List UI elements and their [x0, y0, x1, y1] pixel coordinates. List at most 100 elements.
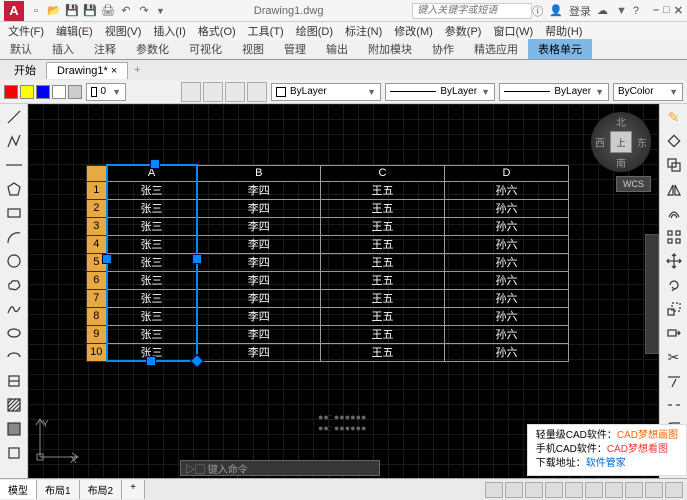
login-link[interactable]: 登录 — [569, 3, 591, 19]
polyline-tool[interactable] — [3, 130, 25, 152]
rtab-view[interactable]: 视图 — [232, 39, 274, 59]
col-header[interactable] — [87, 165, 107, 181]
extend-tool[interactable] — [663, 370, 685, 392]
col-header[interactable]: C — [321, 165, 445, 181]
region-tool[interactable] — [3, 442, 25, 464]
row-number[interactable]: 3 — [87, 217, 107, 235]
add-layout-button[interactable]: + — [122, 480, 145, 499]
cell[interactable]: 孙六 — [445, 325, 569, 343]
insert-tool[interactable] — [3, 370, 25, 392]
cell[interactable]: 孙六 — [445, 289, 569, 307]
cell[interactable]: 王五 — [321, 271, 445, 289]
rtab-tablecell[interactable]: 表格单元 — [528, 39, 592, 59]
rtab-default[interactable]: 默认 — [0, 39, 42, 59]
nav-bar[interactable] — [645, 234, 659, 354]
color-white[interactable] — [52, 85, 66, 99]
col-header[interactable]: D — [445, 165, 569, 181]
cell[interactable]: 孙六 — [445, 307, 569, 325]
menu-view[interactable]: 视图(V) — [105, 23, 142, 39]
cell[interactable]: 李四 — [197, 217, 321, 235]
table-row[interactable]: 8张三李四王五孙六 — [87, 307, 569, 325]
cad-table[interactable]: ABCD1张三李四王五孙六2张三李四王五孙六3张三李四王五孙六4张三李四王五孙六… — [86, 164, 569, 362]
erase-tool[interactable] — [663, 130, 685, 152]
cell[interactable]: 王五 — [321, 289, 445, 307]
layout1-tab[interactable]: 布局1 — [37, 480, 80, 499]
share-icon[interactable]: ☁ — [597, 4, 608, 17]
rtab-manage[interactable]: 管理 — [274, 39, 316, 59]
save-icon[interactable]: 💾 — [64, 3, 80, 19]
rtab-output[interactable]: 输出 — [316, 39, 358, 59]
rtab-insert[interactable]: 插入 — [42, 39, 84, 59]
undo-icon[interactable]: ↶ — [118, 3, 134, 19]
cell[interactable]: 李四 — [197, 325, 321, 343]
new-icon[interactable]: ▫ — [28, 3, 44, 19]
table-row[interactable]: 7张三李四王五孙六 — [87, 289, 569, 307]
menu-tools[interactable]: 工具(T) — [248, 23, 284, 39]
app-logo[interactable]: A — [4, 1, 24, 21]
minimize-button[interactable]: – — [653, 4, 659, 17]
menu-dim[interactable]: 标注(N) — [345, 23, 382, 39]
rtab-annotate[interactable]: 注释 — [84, 39, 126, 59]
hatch-tool[interactable] — [3, 394, 25, 416]
cell[interactable]: 王五 — [321, 253, 445, 271]
cell[interactable]: 李四 — [197, 199, 321, 217]
user-icon[interactable]: 👤 — [549, 4, 563, 17]
open-icon[interactable]: 📂 — [46, 3, 62, 19]
info-icon[interactable]: ⓘ — [532, 3, 543, 19]
close-button[interactable]: ✕ — [674, 4, 683, 17]
cell[interactable]: 孙六 — [445, 199, 569, 217]
array-tool[interactable] — [663, 226, 685, 248]
cell[interactable]: 孙六 — [445, 271, 569, 289]
qat-dropdown-icon[interactable]: ▼ — [156, 6, 165, 16]
lineweight-combo[interactable]: ByLayer▼ — [499, 83, 609, 101]
color-index-combo[interactable]: 0▼ — [86, 83, 126, 101]
revcloud-tool[interactable] — [3, 274, 25, 296]
status-toggle[interactable] — [585, 482, 603, 498]
table-row[interactable]: 5张三李四王五孙六 — [87, 253, 569, 271]
cell[interactable]: 张三 — [107, 307, 197, 325]
row-number[interactable]: 7 — [87, 289, 107, 307]
plotstyle-combo[interactable]: ByColor▼ — [613, 83, 683, 101]
table-row[interactable]: 2张三李四王五孙六 — [87, 199, 569, 217]
status-toggle[interactable] — [665, 482, 683, 498]
status-toggle[interactable] — [505, 482, 523, 498]
grip-right[interactable] — [192, 254, 202, 264]
cell[interactable]: 张三 — [107, 271, 197, 289]
copy-tool[interactable] — [663, 154, 685, 176]
menu-edit[interactable]: 编辑(E) — [56, 23, 93, 39]
move-tool[interactable] — [663, 250, 685, 272]
row-number[interactable]: 6 — [87, 271, 107, 289]
ellipse-arc-tool[interactable] — [3, 346, 25, 368]
cell[interactable]: 王五 — [321, 343, 445, 361]
layer-icon[interactable] — [225, 82, 245, 102]
new-tab-button[interactable]: + — [128, 64, 146, 76]
linetype-combo[interactable]: ByLayer▼ — [385, 83, 495, 101]
cell[interactable]: 李四 — [197, 181, 321, 199]
doc-tab[interactable]: Drawing1* × — [46, 62, 128, 79]
layer-icon[interactable] — [247, 82, 267, 102]
color-combo[interactable]: ByLayer▼ — [271, 83, 381, 101]
cell[interactable]: 李四 — [197, 289, 321, 307]
table-row[interactable]: 1张三李四王五孙六 — [87, 181, 569, 199]
cell[interactable]: 张三 — [107, 253, 197, 271]
rtab-addins[interactable]: 附加模块 — [358, 39, 422, 59]
wcs-label[interactable]: WCS — [616, 176, 651, 192]
cell[interactable]: 李四 — [197, 343, 321, 361]
rtab-param[interactable]: 参数化 — [126, 39, 179, 59]
cell[interactable]: 李四 — [197, 307, 321, 325]
cell[interactable]: 李四 — [197, 235, 321, 253]
viewcube[interactable]: 北 南 东 西 上 — [591, 112, 651, 172]
status-toggle[interactable] — [605, 482, 623, 498]
row-number[interactable]: 4 — [87, 235, 107, 253]
cell[interactable]: 王五 — [321, 217, 445, 235]
plot-icon[interactable]: 🖨 — [100, 3, 116, 19]
cell[interactable]: 张三 — [107, 325, 197, 343]
menu-draw[interactable]: 绘图(D) — [296, 23, 333, 39]
menu-param[interactable]: 参数(P) — [445, 23, 482, 39]
cell[interactable]: 孙六 — [445, 343, 569, 361]
color-yellow[interactable] — [20, 85, 34, 99]
cell[interactable]: 李四 — [197, 253, 321, 271]
spline-tool[interactable] — [3, 298, 25, 320]
row-number[interactable]: 1 — [87, 181, 107, 199]
cell[interactable]: 王五 — [321, 325, 445, 343]
